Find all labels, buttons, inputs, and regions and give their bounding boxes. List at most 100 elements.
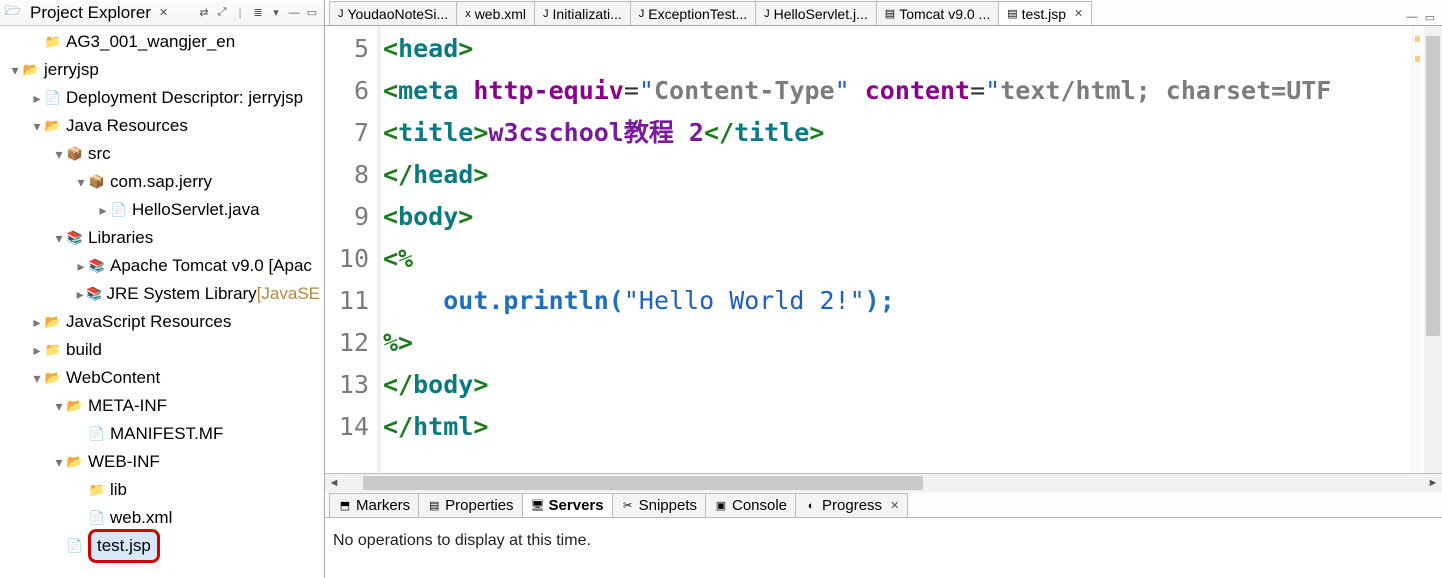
expand-arrow-down-icon[interactable]: ▾ (30, 112, 44, 140)
tree-node-icon: 📚 (66, 229, 84, 247)
editor-tab[interactable]: ▤test.jsp✕ (998, 1, 1092, 25)
editor-tab-label: HelloServlet.j... (774, 6, 868, 22)
horizontal-scroll-thumb[interactable] (363, 476, 923, 490)
editor-tab-label: Initializati... (553, 6, 622, 22)
tree-item[interactable]: ▾📂WebContent (0, 364, 324, 392)
minimize-view-icon[interactable]: — (286, 5, 302, 21)
project-tree[interactable]: 📁AG3_001_wangjer_en▾📂jerryjsp▸📄Deploymen… (0, 26, 324, 578)
tree-item[interactable]: ▸📚JRE System Library [JavaSE (0, 280, 324, 308)
code-line[interactable]: out.println("Hello World 2!"); (383, 280, 1442, 322)
close-tab-icon[interactable]: ✕ (1074, 7, 1083, 20)
expand-arrow-right-icon[interactable]: ▸ (96, 196, 110, 224)
scroll-right-icon[interactable]: ► (1424, 477, 1442, 489)
bottom-tab[interactable]: ◐Progress✕ (795, 493, 908, 517)
code-line[interactable]: <head> (383, 28, 1442, 70)
expand-arrow-down-icon[interactable]: ▾ (74, 168, 88, 196)
editor-tab[interactable]: ▤Tomcat v9.0 ... (876, 1, 999, 25)
bottom-tab[interactable]: ▤Properties (418, 493, 522, 517)
file-type-icon: J (338, 8, 344, 20)
tree-item[interactable]: ▾📦com.sap.jerry (0, 168, 324, 196)
editor-tab[interactable]: J Initializati... (534, 1, 631, 25)
tree-item[interactable]: 📁lib (0, 476, 324, 504)
bottom-tab[interactable]: ▣Console (705, 493, 796, 517)
expand-arrow-down-icon[interactable]: ▾ (52, 140, 66, 168)
tree-item[interactable]: 📄web.xml (0, 504, 324, 532)
code-content[interactable]: <head><meta http-equiv="Content-Type" co… (381, 26, 1442, 473)
editor-tab[interactable]: xweb.xml (456, 1, 535, 25)
link-with-editor-icon[interactable]: ⇄ (196, 5, 212, 21)
file-type-icon: J (764, 8, 770, 20)
vertical-scroll-thumb[interactable] (1426, 36, 1440, 336)
expand-arrow-right-icon[interactable]: ▸ (30, 84, 44, 112)
bottom-tab[interactable]: ⬒Markers (329, 493, 419, 517)
line-number: 9 (325, 196, 369, 238)
tree-item[interactable]: 📄MANIFEST.MF (0, 420, 324, 448)
code-line[interactable]: %> (383, 322, 1442, 364)
tree-item[interactable]: ▸📄HelloServlet.java (0, 196, 324, 224)
line-number: 8 (325, 154, 369, 196)
tree-node-label: MANIFEST.MF (110, 420, 223, 448)
code-line[interactable]: <% (383, 238, 1442, 280)
line-number: 10 (325, 238, 369, 280)
tree-node-icon: 📂 (66, 397, 84, 415)
editor-tab[interactable]: J HelloServlet.j... (755, 1, 877, 25)
project-explorer-title: Project Explorer (30, 3, 151, 23)
tree-item[interactable]: ▸📚Apache Tomcat v9.0 [Apac (0, 252, 324, 280)
code-line[interactable]: </body> (383, 364, 1442, 406)
bottom-tab-icon: ▣ (714, 499, 728, 513)
editor-tab[interactable]: JYoudaoNoteSi... (329, 1, 457, 25)
tree-item[interactable]: ▾📂WEB-INF (0, 448, 324, 476)
horizontal-scrollbar[interactable]: ◄ ► (325, 474, 1442, 492)
bottom-tab[interactable]: ✂Snippets (612, 493, 706, 517)
tree-item[interactable]: ▾📦src (0, 140, 324, 168)
tree-node-label: META-INF (88, 392, 167, 420)
scroll-left-icon[interactable]: ◄ (325, 477, 343, 489)
expand-arrow-down-icon[interactable]: ▾ (30, 364, 44, 392)
tree-item[interactable]: ▾📂Java Resources (0, 112, 324, 140)
bottom-tab[interactable]: 🖥Servers (522, 493, 613, 517)
tree-item[interactable]: 📄test.jsp (0, 532, 324, 560)
editor-tab[interactable]: JExceptionTest... (630, 1, 756, 25)
close-view-icon[interactable]: ✕ (159, 6, 168, 19)
expand-arrow-down-icon[interactable]: ▾ (52, 392, 66, 420)
code-line[interactable]: <body> (383, 196, 1442, 238)
code-line[interactable]: <title>w3cschool教程 2</title> (383, 112, 1442, 154)
maximize-view-icon[interactable]: ▭ (304, 5, 320, 21)
tree-item[interactable]: ▾📚Libraries (0, 224, 324, 252)
overview-ruler[interactable] (1412, 26, 1422, 473)
expand-arrow-down-icon[interactable]: ▾ (52, 448, 66, 476)
expand-arrow-right-icon[interactable]: ▸ (30, 308, 44, 336)
minimize-editor-icon[interactable]: — (1404, 9, 1420, 25)
code-line[interactable]: <meta http-equiv="Content-Type" content=… (383, 70, 1442, 112)
tree-item[interactable]: ▸📂JavaScript Resources (0, 308, 324, 336)
expand-arrow-right-icon[interactable]: ▸ (74, 280, 86, 308)
expand-arrow-down-icon[interactable]: ▾ (52, 224, 66, 252)
line-number: 14 (325, 406, 369, 448)
overview-mark (1415, 56, 1420, 62)
tree-node-icon: 📦 (88, 173, 106, 191)
tree-node-label: JRE System Library (106, 280, 256, 308)
close-tab-icon[interactable]: ✕ (890, 499, 899, 512)
tree-item[interactable]: ▸📄Deployment Descriptor: jerryjsp (0, 84, 324, 112)
code-line[interactable]: </head> (383, 154, 1442, 196)
maximize-editor-icon[interactable]: ▭ (1422, 9, 1438, 25)
collapse-all-icon[interactable]: ≣ (250, 5, 266, 21)
bottom-tab-icon: ✂ (621, 499, 635, 513)
code-line[interactable]: </html> (383, 406, 1442, 448)
tree-item[interactable]: ▾📂jerryjsp (0, 56, 324, 84)
view-menu-icon[interactable]: ▾ (268, 5, 284, 21)
bottom-tab-icon: ⬒ (338, 499, 352, 513)
tree-node-label: JavaScript Resources (66, 308, 231, 336)
focus-icon[interactable]: ⤢ (214, 5, 230, 21)
line-number: 13 (325, 364, 369, 406)
expand-arrow-right-icon[interactable]: ▸ (74, 252, 88, 280)
progress-view-body: No operations to display at this time. (325, 518, 1442, 578)
vertical-scrollbar[interactable] (1424, 26, 1442, 473)
file-type-icon: J (543, 8, 549, 20)
tree-item[interactable]: ▸📁build (0, 336, 324, 364)
expand-arrow-right-icon[interactable]: ▸ (30, 336, 44, 364)
tree-item[interactable]: 📁AG3_001_wangjer_en (0, 28, 324, 56)
code-editor[interactable]: 567891011121314 <head><meta http-equiv="… (325, 26, 1442, 474)
tree-item[interactable]: ▾📂META-INF (0, 392, 324, 420)
expand-arrow-down-icon[interactable]: ▾ (8, 56, 22, 84)
